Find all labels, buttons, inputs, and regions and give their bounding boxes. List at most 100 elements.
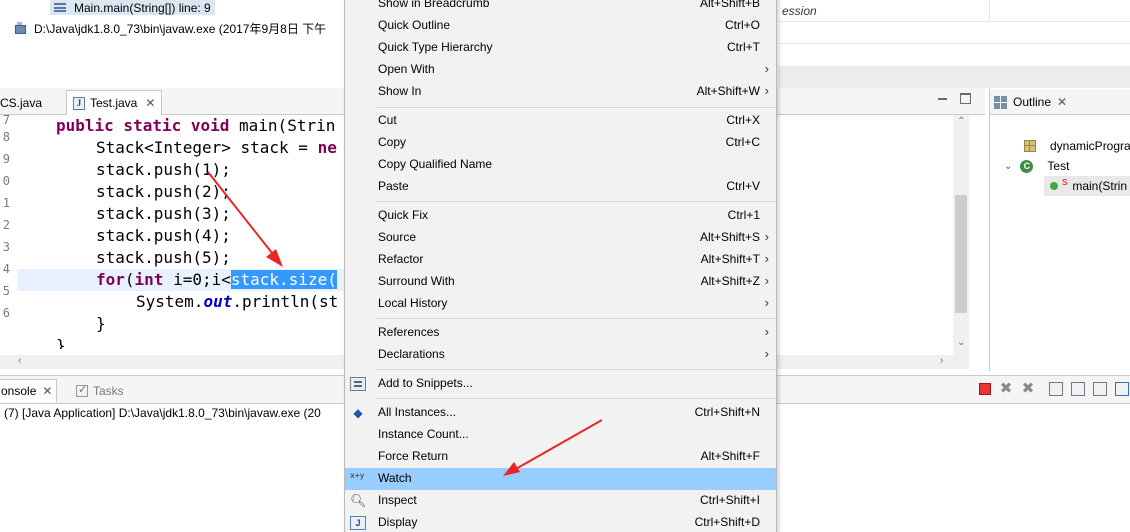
code-line[interactable]: stack.push(1); [0,159,345,181]
process-row[interactable]: D:\Java\jdk1.8.0_73\bin\javaw.exe (2017年… [14,20,326,36]
outline-icon [994,95,1007,109]
package-icon [1024,140,1036,152]
menu-item-paste[interactable]: Paste Ctrl+V [345,176,776,198]
tab-tasks[interactable]: Tasks [72,379,128,402]
editor-scroll-thumb[interactable] [955,195,967,313]
display-icon: J [350,516,366,530]
scroll-lock-icon[interactable] [1071,382,1085,396]
menu-item-instance-count[interactable]: Instance Count... [345,424,776,446]
menu-item-quick-type-hierarchy[interactable]: Quick Type Hierarchy Ctrl+T [345,37,776,59]
word-wrap-icon[interactable] [1093,382,1107,396]
terminate-icon[interactable] [979,383,991,395]
outline-item-package[interactable]: dynamicProgra [990,136,1130,156]
code-line[interactable]: } [0,335,345,349]
tab-cs-java[interactable]: CS.java [0,90,48,115]
tab-outline[interactable]: Outline ✕ [990,90,1130,115]
menu-item-watch[interactable]: x+y Watch [345,468,776,490]
menu-separator [375,318,776,319]
submenu-arrow-icon: › [764,324,769,339]
selected-expression[interactable]: stack.size( [230,270,337,289]
menu-item-inspect[interactable]: 🔍︎ Inspect Ctrl+Shift+I [345,490,776,512]
menu-item-cut[interactable]: Cut Ctrl+X [345,110,776,132]
menu-item-references[interactable]: References › [345,322,776,344]
maximize-icon[interactable] [960,93,971,104]
current-code-line[interactable]: for(int i=0;i<stack.size( [17,269,345,291]
menu-item-add-to-snippets[interactable]: Add to Snippets... [345,373,776,395]
expression-column-header[interactable]: ession [778,0,990,22]
scroll-down-icon[interactable]: ⌄ [957,337,965,348]
outline-item-class[interactable]: ⌄ C Test [990,156,1130,176]
process-icon [14,22,26,34]
code-line[interactable]: stack.push(3); [0,203,345,225]
menu-item-refactor[interactable]: Refactor Alt+Shift+T › [345,249,776,271]
menu-item-surround-with[interactable]: Surround With Alt+Shift+Z › [345,271,776,293]
stack-frame-icon [54,3,66,12]
java-file-icon: J [73,96,85,110]
code-line[interactable]: public static void main(Strin [0,115,345,137]
close-icon[interactable]: ✕ [42,384,52,398]
outline-item-method[interactable]: S main(Strin [1044,176,1130,196]
code-line[interactable]: stack.push(5); [0,247,345,269]
snippets-icon [350,377,366,391]
menu-separator [375,398,776,399]
close-icon[interactable]: ✕ [1057,95,1067,109]
menu-item-copy[interactable]: Copy Ctrl+C [345,132,776,154]
clear-console-icon[interactable] [1049,382,1063,396]
scroll-left-icon[interactable]: ‹ [18,355,21,366]
menu-item-show-in[interactable]: Show In Alt+Shift+W › [345,81,776,103]
chevron-down-icon[interactable]: ⌄ [1004,161,1012,172]
tasks-icon [76,383,88,397]
stack-frame-row[interactable]: Main.main(String[]) line: 9 [50,0,215,15]
tab-label: Test.java [90,96,138,110]
magnifier-icon: 🔍︎ [350,493,367,508]
expressions-table: ession [778,0,1130,66]
remove-all-icon[interactable]: ✖ [1021,381,1035,396]
code-line[interactable]: Stack<Integer> stack = ne [0,137,345,159]
menu-item-local-history[interactable]: Local History › [345,293,776,315]
submenu-arrow-icon: › [764,229,769,244]
menu-separator [375,107,776,108]
menu-separator [375,369,776,370]
close-icon[interactable]: ✕ [145,96,155,110]
scroll-right-icon[interactable]: › [940,355,943,366]
expressions-footer [778,66,1130,88]
outline-view: Outline ✕ dynamicProgra ⌄ C Test S main(… [989,88,1130,371]
value-column-header[interactable] [990,0,1130,22]
context-menu: Show in Breadcrumb Alt+Shift+B Quick Outl… [344,0,777,532]
menu-item-display[interactable]: J Display Ctrl+Shift+D [345,512,776,532]
menu-separator [375,201,776,202]
submenu-arrow-icon: › [764,295,769,310]
menu-item-all-instances[interactable]: ◆ All Instances... Ctrl+Shift+N [345,402,776,424]
submenu-arrow-icon: › [764,346,769,361]
tab-label: Tasks [93,383,124,398]
expression-row[interactable] [778,22,1130,44]
code-line[interactable]: stack.push(4); [0,225,345,247]
scroll-up-icon[interactable]: ⌃ [957,116,965,127]
submenu-arrow-icon: › [764,61,769,76]
tab-test-java[interactable]: J Test.java ✕ [66,90,163,115]
pin-console-icon[interactable] [1115,382,1129,396]
menu-item-source[interactable]: Source Alt+Shift+S › [345,227,776,249]
minimize-icon[interactable] [937,93,948,104]
tab-label: onsole [1,384,37,398]
code-line[interactable]: System.out.println(st [0,291,345,313]
code-line[interactable]: stack.push(2); [0,181,345,203]
method-icon [1050,182,1058,190]
menu-item-force-return[interactable]: Force Return Alt+Shift+F [345,446,776,468]
menu-item-copy-qualified-name[interactable]: Copy Qualified Name [345,154,776,176]
process-label: D:\Java\jdk1.8.0_73\bin\javaw.exe (2017年… [34,21,327,36]
menu-item-open-with[interactable]: Open With › [345,59,776,81]
menu-item-declarations[interactable]: Declarations › [345,344,776,366]
submenu-arrow-icon: › [764,83,769,98]
expression-header-text: ession [782,4,817,18]
code-line[interactable]: } [0,313,345,335]
menu-item-show-in-breadcrumb[interactable]: Show in Breadcrumb Alt+Shift+B [345,0,776,15]
submenu-arrow-icon: › [764,251,769,266]
outline-tab-label: Outline [1013,95,1052,109]
all-instances-icon: ◆ [353,406,363,420]
menu-item-quick-fix[interactable]: Quick Fix Ctrl+1 [345,205,776,227]
remove-launch-icon[interactable]: ✖ [999,381,1013,396]
submenu-arrow-icon: › [764,273,769,288]
tab-console[interactable]: onsole ✕ [0,379,58,402]
menu-item-quick-outline[interactable]: Quick Outline Ctrl+O [345,15,776,37]
